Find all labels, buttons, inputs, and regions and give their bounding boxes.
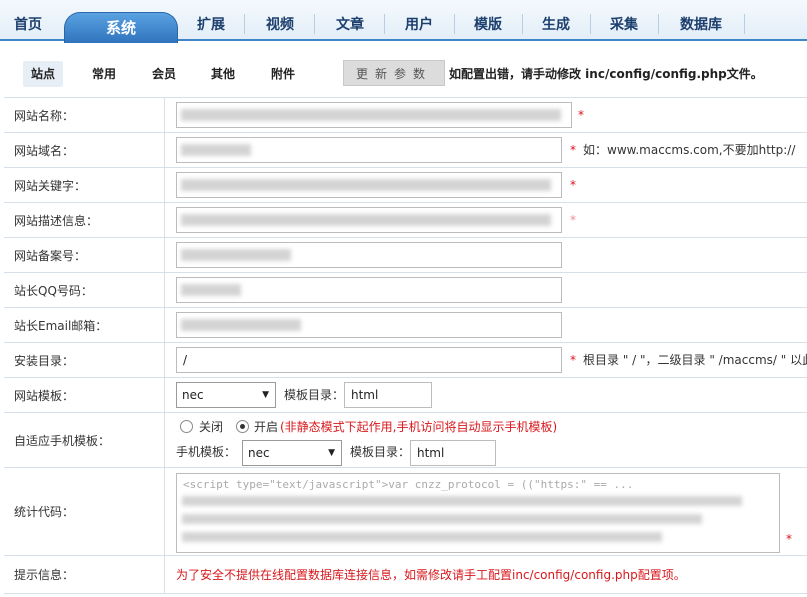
mobile-on-radio[interactable] [236, 420, 249, 433]
subtab-other[interactable]: 其他 [203, 61, 243, 87]
row-site-domain: 网站域名： * 如：www.maccms.com,不要加http:// [4, 133, 807, 168]
mobile-template-note: (非静态模式下起作用,手机访问将自动显示手机模板) [280, 420, 558, 434]
install-dir-input[interactable]: / [176, 347, 562, 373]
tab-divider [384, 14, 385, 34]
mobile-on-label: 开启 [254, 420, 279, 434]
email-input[interactable] [176, 312, 562, 338]
tab-system[interactable]: 系统 [64, 12, 178, 43]
tab-divider [454, 14, 455, 34]
row-email: 站长Email邮箱： [4, 308, 807, 343]
row-mobile-template: 自适应手机模板： 关闭 开启 (非静态模式下起作用,手机访问将自动显示手机模板)… [4, 413, 807, 468]
subtab-member[interactable]: 会员 [144, 61, 184, 87]
triangle-down-icon: ▼ [262, 390, 269, 400]
site-domain-label: 网站域名： [4, 133, 165, 167]
install-dir-hint: 根目录 " / "，二级目录 " /maccms/ " 以此 [583, 353, 807, 367]
icp-label: 网站备案号： [4, 238, 165, 272]
mobile-off-radio[interactable] [180, 420, 193, 433]
required-mark: * [570, 213, 576, 227]
row-install-dir: 安装目录： / * 根目录 " / "，二级目录 " /maccms/ " 以此 [4, 343, 807, 378]
tab-divider [658, 14, 659, 34]
mobile-template-dir-input[interactable]: html [410, 440, 496, 466]
mobile-off-label: 关闭 [199, 420, 224, 434]
tab-generate[interactable]: 生成 [524, 10, 588, 41]
site-description-input[interactable] [176, 207, 562, 233]
required-mark: * [570, 143, 576, 157]
site-domain-input[interactable] [176, 137, 562, 163]
required-mark: * [786, 532, 792, 546]
site-domain-hint: 如：www.maccms.com,不要加http:// [583, 143, 796, 157]
subtab-attachment[interactable]: 附件 [263, 61, 303, 87]
required-mark: * [578, 108, 584, 122]
site-name-label: 网站名称： [4, 98, 165, 132]
template-dir-input[interactable]: html [344, 382, 432, 408]
tab-divider [314, 14, 315, 34]
tab-user[interactable]: 用户 [386, 10, 452, 41]
row-site-keywords: 网站关键字： * [4, 168, 807, 203]
row-tip: 提示信息： 为了安全不提供在线配置数据库连接信息，如需修改请手工配置inc/co… [4, 556, 807, 594]
mobile-template-select-label: 手机模板： [176, 445, 237, 459]
template-select[interactable]: nec ▼ [176, 382, 276, 408]
triangle-down-icon: ▼ [328, 448, 335, 458]
row-template: 网站模板： nec ▼ 模板目录： html [4, 378, 807, 413]
required-mark: * [570, 353, 576, 367]
required-mark: * [570, 178, 576, 192]
tip-text: 为了安全不提供在线配置数据库连接信息，如需修改请手工配置inc/config/c… [176, 568, 686, 582]
site-description-label: 网站描述信息： [4, 203, 165, 237]
settings-form: 网站名称： * 网站域名： * 如：www.maccms.com,不要加http… [4, 97, 807, 594]
mobile-template-select[interactable]: nec ▼ [242, 440, 342, 466]
config-notice: 如配置出错，请手动修改 inc/config/config.php文件。 [449, 67, 763, 81]
update-params-button[interactable]: 更新参数 [343, 60, 445, 86]
stats-code-label: 统计代码： [4, 468, 165, 555]
tab-extend[interactable]: 扩展 [180, 10, 242, 41]
icp-input[interactable] [176, 242, 562, 268]
row-icp: 网站备案号： [4, 238, 807, 273]
subtab-common[interactable]: 常用 [84, 61, 124, 87]
qq-input[interactable] [176, 277, 562, 303]
tab-home[interactable]: 首页 [0, 10, 56, 41]
tab-divider [522, 14, 523, 34]
tab-article[interactable]: 文章 [318, 10, 382, 41]
tab-divider [744, 14, 745, 34]
row-qq: 站长QQ号码： [4, 273, 807, 308]
template-dir-label: 模板目录： [284, 388, 345, 402]
tab-database[interactable]: 数据库 [660, 10, 742, 41]
tip-label: 提示信息： [4, 556, 165, 593]
install-dir-label: 安装目录： [4, 343, 165, 377]
tab-collect[interactable]: 采集 [592, 10, 656, 41]
qq-label: 站长QQ号码： [4, 273, 165, 307]
mobile-template-dir-label: 模板目录： [350, 445, 411, 459]
site-keywords-label: 网站关键字： [4, 168, 165, 202]
template-label: 网站模板： [4, 378, 165, 412]
tab-divider [244, 14, 245, 34]
subtab-site[interactable]: 站点 [23, 61, 63, 87]
site-keywords-input[interactable] [176, 172, 562, 198]
sub-navigation: 站点 常用 会员 其他 附件 更新参数 如配置出错，请手动修改 inc/conf… [0, 43, 807, 97]
tab-template[interactable]: 模版 [456, 10, 520, 41]
top-navigation: 首页 系统 扩展 视频 文章 用户 模版 生成 采集 数据库 [0, 0, 807, 43]
site-name-input[interactable] [176, 102, 572, 128]
mobile-template-label: 自适应手机模板： [4, 413, 165, 467]
row-site-description: 网站描述信息： * [4, 203, 807, 238]
row-site-name: 网站名称： * [4, 98, 807, 133]
row-stats-code: 统计代码： <script type="text/javascript">var… [4, 468, 807, 556]
email-label: 站长Email邮箱： [4, 308, 165, 342]
tab-divider [590, 14, 591, 34]
tab-video[interactable]: 视频 [248, 10, 312, 41]
